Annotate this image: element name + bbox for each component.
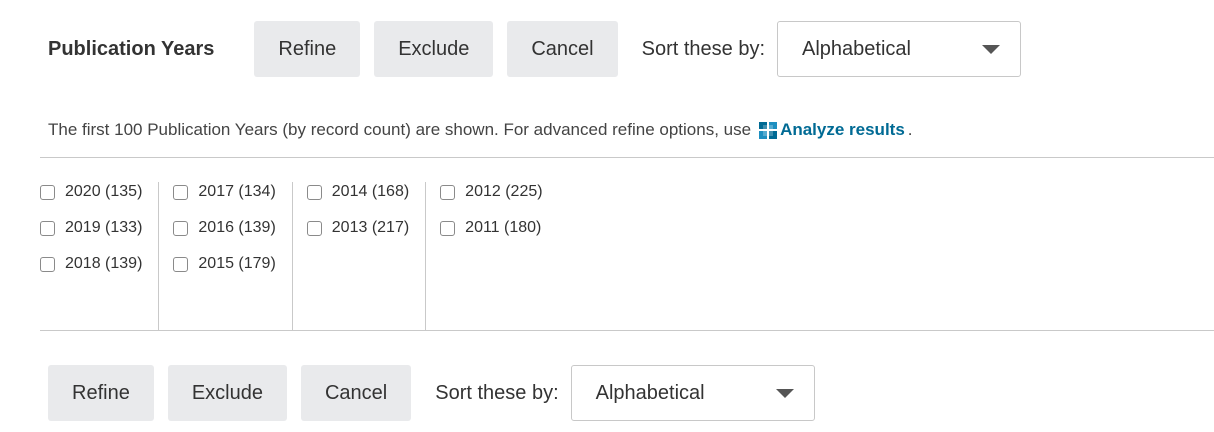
sort-label-bottom: Sort these by: (435, 381, 559, 404)
checkbox[interactable] (440, 185, 456, 200)
divider (40, 330, 1214, 331)
divider (40, 157, 1214, 158)
checkbox[interactable] (40, 185, 55, 200)
year-option[interactable]: 2017 (134) (173, 182, 276, 218)
checkbox[interactable] (173, 221, 189, 236)
checkbox[interactable] (173, 257, 189, 272)
year-option-label: 2012 (225) (465, 183, 543, 200)
sort-select-value: Alphabetical (595, 381, 705, 404)
year-option[interactable]: 2013 (217) (306, 218, 410, 254)
year-option[interactable]: 2011 (180) (440, 218, 542, 254)
refine-button[interactable]: Refine (254, 21, 361, 77)
year-option[interactable]: 2016 (139) (173, 218, 276, 254)
exclude-button-bottom[interactable]: Exclude (167, 365, 287, 421)
checkbox[interactable] (440, 221, 456, 236)
chevron-down-icon (775, 388, 794, 398)
year-option-label: 2013 (217) (331, 219, 410, 236)
sort-select-value: Alphabetical (802, 37, 911, 60)
year-option-label: 2019 (133) (65, 219, 143, 236)
year-option[interactable]: 2019 (133) (40, 218, 142, 254)
year-option-label: 2018 (139) (65, 255, 143, 272)
year-option-label: 2011 (180) (465, 219, 542, 236)
info-message: The first 100 Publication Years (by reco… (48, 120, 913, 140)
year-option-label: 2015 (179) (198, 255, 276, 272)
cancel-button-bottom[interactable]: Cancel (300, 365, 412, 421)
checkbox[interactable] (306, 221, 322, 236)
sort-label: Sort these by: (641, 37, 766, 60)
panel-title: Publication Years (48, 37, 215, 60)
analyze-results-label: Analyze results (780, 120, 905, 139)
refine-button-bottom[interactable]: Refine (48, 365, 154, 421)
sort-select[interactable]: Alphabetical (777, 21, 1022, 77)
year-option[interactable]: 2020 (135) (40, 182, 142, 218)
year-option[interactable]: 2012 (225) (440, 182, 543, 218)
refine-toolbar-bottom: Refine Exclude Cancel Sort these by: Alp… (48, 365, 815, 421)
year-option-label: 2016 (139) (198, 219, 276, 236)
analyze-chart-icon (759, 121, 778, 139)
checkbox[interactable] (306, 185, 322, 200)
sort-select-bottom[interactable]: Alphabetical (570, 365, 815, 421)
year-column: 2012 (225) 2011 (180) (426, 182, 558, 330)
analyze-results-link[interactable]: Analyze results (759, 120, 905, 140)
year-column: 2014 (168) 2013 (217) (293, 182, 427, 330)
refine-toolbar-top: Publication Years Refine Exclude Cancel … (48, 20, 1022, 78)
year-option-label: 2017 (134) (198, 183, 276, 200)
checkbox[interactable] (173, 185, 189, 200)
year-option[interactable]: 2018 (139) (40, 254, 142, 290)
year-option[interactable]: 2014 (168) (306, 182, 410, 218)
info-text: The first 100 Publication Years (by reco… (48, 120, 752, 139)
year-option-label: 2014 (168) (331, 183, 410, 200)
year-column: 2017 (134) 2016 (139) 2015 (179) (159, 182, 293, 330)
year-column: 2020 (135) 2019 (133) 2018 (139) (40, 182, 160, 330)
checkbox[interactable] (40, 257, 55, 272)
year-option[interactable]: 2015 (179) (173, 254, 276, 290)
year-options-grid: 2020 (135) 2019 (133) 2018 (139) 2017 (1… (40, 182, 559, 330)
checkbox[interactable] (40, 221, 55, 236)
cancel-button[interactable]: Cancel (507, 21, 618, 77)
exclude-button[interactable]: Exclude (374, 21, 494, 77)
chevron-down-icon (982, 44, 1001, 54)
year-option-label: 2020 (135) (65, 183, 143, 200)
info-suffix: . (907, 120, 913, 139)
